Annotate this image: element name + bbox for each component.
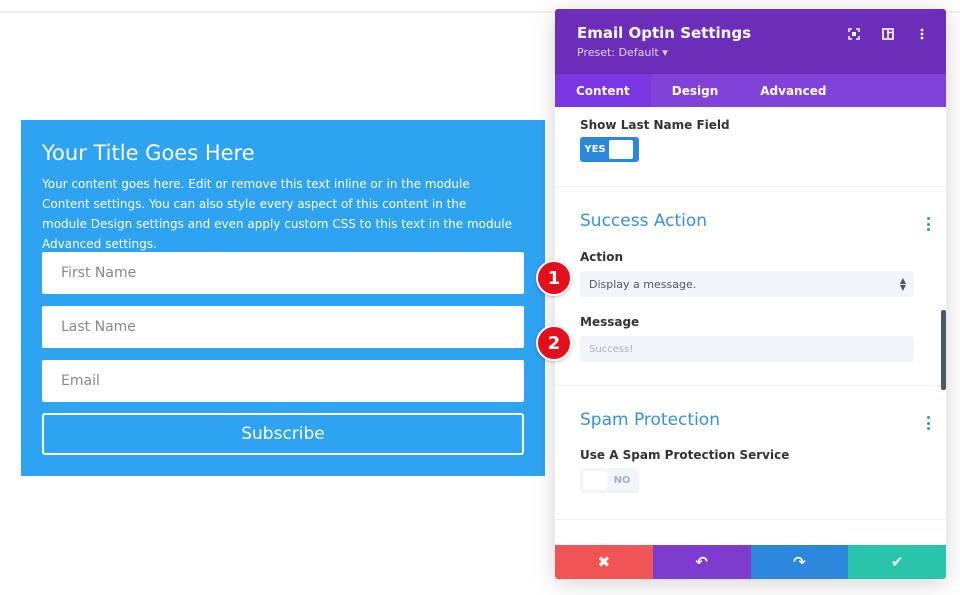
panel-scrollbar[interactable] — [941, 310, 946, 390]
toggle-knob — [583, 471, 607, 490]
show-last-name-toggle[interactable]: YES — [580, 137, 639, 162]
first-name-placeholder: First Name — [61, 265, 136, 281]
toggle-yes-text: YES — [584, 144, 606, 155]
show-last-name-section: Show Last Name Field YES — [555, 107, 946, 187]
last-name-placeholder: Last Name — [61, 319, 136, 335]
spam-protection-toggle[interactable]: NO — [580, 468, 639, 493]
action-select[interactable]: Display a message. ▲▼ — [580, 271, 914, 297]
close-icon: ✖ — [598, 553, 611, 571]
panel-footer: ✖ ↶ ↷ ✔ — [555, 545, 946, 579]
toggle-no-text: NO — [609, 475, 635, 486]
last-name-field[interactable]: Last Name — [42, 306, 524, 348]
section-menu-icon[interactable] — [926, 217, 930, 231]
spam-protection-section: Spam Protection Use A Spam Protection Se… — [555, 386, 946, 520]
settings-panel: Email Optin Settings Preset: Default ▾ C… — [555, 9, 946, 579]
success-action-title[interactable]: Success Action — [580, 211, 707, 231]
panel-header: Email Optin Settings Preset: Default ▾ — [555, 9, 946, 74]
save-button[interactable]: ✔ — [848, 545, 946, 579]
spam-service-label: Use A Spam Protection Service — [580, 448, 789, 462]
subscribe-button[interactable]: Subscribe — [42, 413, 524, 455]
section-menu-icon[interactable] — [926, 416, 930, 430]
check-icon: ✔ — [891, 553, 904, 571]
discard-button[interactable]: ✖ — [555, 545, 653, 579]
action-select-value: Display a message. — [589, 278, 696, 291]
more-vertical-icon[interactable] — [912, 25, 932, 43]
message-input[interactable]: Success! — [580, 336, 914, 362]
optin-description: Your content goes here. Edit or remove t… — [42, 174, 512, 254]
email-optin-module: Your Title Goes Here Your content goes h… — [21, 120, 545, 476]
tab-design[interactable]: Design — [651, 74, 740, 107]
tab-advanced[interactable]: Advanced — [739, 74, 847, 107]
sidebar-layout-icon[interactable] — [878, 25, 898, 43]
undo-button[interactable]: ↶ — [653, 545, 751, 579]
settings-tabs: Content Design Advanced — [555, 74, 946, 107]
select-caret-icon: ▲▼ — [900, 277, 906, 291]
message-placeholder: Success! — [589, 344, 633, 355]
first-name-field[interactable]: First Name — [42, 252, 524, 294]
tab-content[interactable]: Content — [555, 74, 651, 107]
success-action-section: Success Action Action Display a message.… — [555, 187, 946, 386]
expand-icon[interactable] — [844, 25, 864, 43]
header-icons — [844, 25, 932, 43]
email-field[interactable]: Email — [42, 360, 524, 402]
redo-button[interactable]: ↷ — [751, 545, 849, 579]
step-marker-2: 2 — [536, 325, 572, 361]
spam-protection-title[interactable]: Spam Protection — [580, 410, 720, 430]
message-label: Message — [580, 315, 639, 329]
optin-title: Your Title Goes Here — [42, 140, 524, 166]
toggle-knob — [609, 140, 633, 159]
undo-icon: ↶ — [695, 553, 708, 571]
show-last-name-label: Show Last Name Field — [580, 118, 730, 132]
step-marker-1: 1 — [536, 260, 572, 296]
redo-icon: ↷ — [793, 553, 806, 571]
action-label: Action — [580, 250, 623, 264]
panel-body: Show Last Name Field YES Success Action … — [555, 107, 946, 545]
preset-selector[interactable]: Preset: Default ▾ — [577, 45, 924, 61]
email-placeholder: Email — [61, 373, 100, 389]
